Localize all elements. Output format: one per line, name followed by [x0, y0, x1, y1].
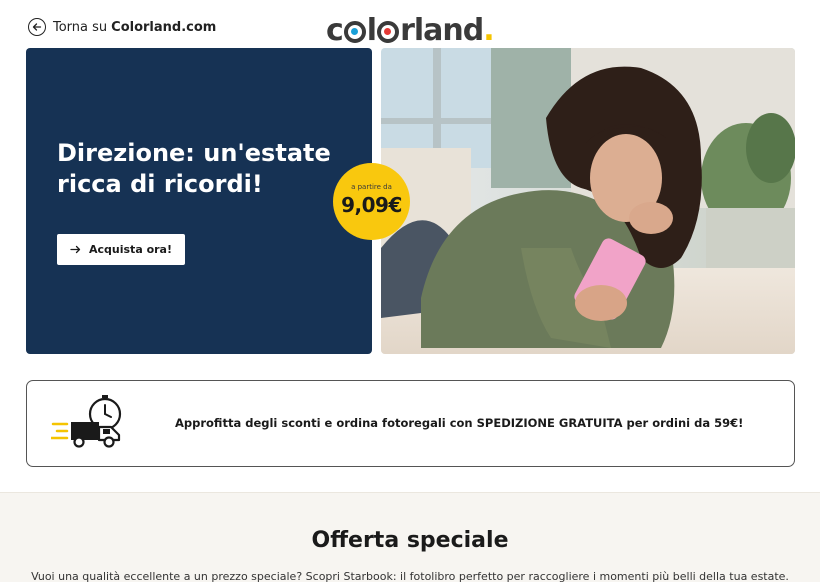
arrow-right-icon — [70, 245, 81, 254]
hero-photo — [381, 48, 795, 354]
colorland-logo[interactable]: c l rland. — [326, 12, 495, 46]
price-badge: a partire da 9,09€ — [333, 163, 410, 240]
free-shipping-banner[interactable]: Approfitta degli sconti e ordina fotoreg… — [26, 380, 795, 467]
buy-now-button[interactable]: Acquista ora! — [57, 234, 185, 265]
arrow-left-circle-icon — [28, 18, 46, 36]
buy-now-label: Acquista ora! — [89, 243, 172, 256]
hero-banner-panel: Direzione: un'estate ricca di ricordi! A… — [26, 48, 372, 354]
back-to-colorland-link[interactable]: Torna su Colorland.com — [28, 17, 216, 37]
price-value: 9,09€ — [341, 193, 402, 217]
back-link-brand: Colorland.com — [111, 19, 217, 35]
price-prefix: a partire da — [351, 183, 392, 191]
delivery-truck-clock-icon — [51, 395, 122, 448]
hero-title: Direzione: un'estate ricca di ricordi! — [57, 139, 331, 198]
back-link-prefix: Torna su — [53, 19, 108, 35]
free-shipping-text: Approfitta degli sconti e ordina fotoreg… — [175, 416, 744, 430]
top-bar: Torna su Colorland.com c l rland. — [0, 0, 820, 48]
special-offer-title: Offerta speciale — [311, 528, 509, 553]
special-offer-section: Offerta speciale Vuoi una qualità eccell… — [0, 492, 820, 583]
